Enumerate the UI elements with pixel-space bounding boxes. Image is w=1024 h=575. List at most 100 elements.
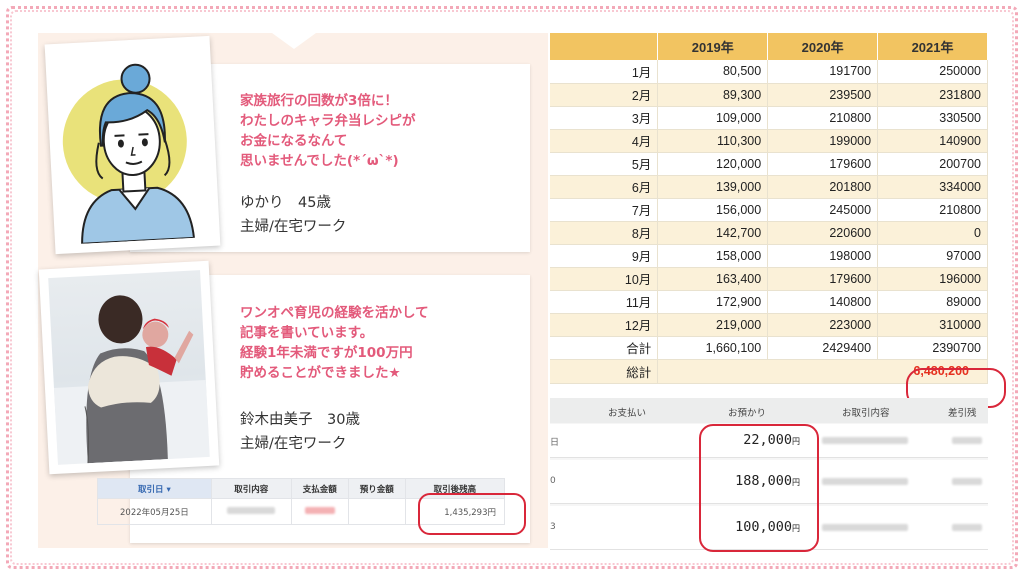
total-2021: 2390700 — [877, 336, 988, 360]
cell-2019: 109,000 — [657, 106, 769, 130]
row-date-fragment: 0 — [550, 476, 556, 486]
total-2020: 2429400 — [767, 336, 879, 360]
row-payment-blurred — [290, 498, 349, 525]
cell-2020: 220600 — [767, 221, 879, 245]
table-row: 1月 80,500 191700 250000 — [550, 60, 988, 84]
column-header-description: 取引内容 — [210, 478, 292, 499]
cell-2021: 140900 — [877, 129, 988, 153]
cell-2020: 140800 — [767, 290, 879, 314]
mother-child-photo-icon — [53, 295, 210, 465]
cell-2021: 231800 — [877, 83, 988, 107]
month-cell: 2月 — [550, 83, 659, 107]
testimonial-message-1: 家族旅行の回数が3倍に！ わたしのキャラ弁当レシピが お金になるなんて 思いませ… — [240, 93, 416, 169]
cell-2019: 172,900 — [657, 290, 769, 314]
table-row: 2月 89,300 239500 231800 — [550, 83, 988, 107]
month-cell: 7月 — [550, 198, 659, 222]
header-description: お取引内容 — [842, 408, 890, 419]
cell-2019: 89,300 — [657, 83, 769, 107]
row-date-fragment: 3 — [550, 522, 556, 532]
deposit-header: お支払い お預かり お取引内容 差引残 — [550, 398, 988, 423]
month-cell: 1月 — [550, 60, 659, 84]
table-row: 10月 163,400 179600 196000 — [550, 267, 988, 291]
table-row: 6月 139,000 201800 334000 — [550, 175, 988, 199]
table-row: 8月 142,700 220600 0 — [550, 221, 988, 245]
cell-2019: 110,300 — [657, 129, 769, 153]
header-deposit: お預かり — [728, 408, 767, 419]
cell-2021: 250000 — [877, 60, 988, 84]
month-cell: 6月 — [550, 175, 659, 199]
header-balance: 差引残 — [948, 408, 977, 419]
cell-2019: 163,400 — [657, 267, 769, 291]
cell-2021: 334000 — [877, 175, 988, 199]
table-row: 9月 158,000 198000 97000 — [550, 244, 988, 268]
cell-2021: 200700 — [877, 152, 988, 176]
cell-2020: 191700 — [767, 60, 879, 84]
income-table-container: 2019年 2020年 2021年 1月 80,500 191700 250000 2月… — [550, 33, 988, 384]
balance-highlight-circle — [418, 493, 526, 535]
header-2020: 2020年 — [767, 33, 879, 60]
income-table: 2019年 2020年 2021年 1月 80,500 191700 250000 2月… — [550, 33, 988, 384]
cell-2021: 310000 — [877, 313, 988, 337]
cell-2021: 89000 — [877, 290, 988, 314]
cell-2021: 210800 — [877, 198, 988, 222]
woman-illustration-icon — [62, 63, 196, 245]
row-date: 2022年05月25日 — [97, 498, 212, 525]
testimonial-message-2: ワンオペ育児の経験を活かして 記事を書いています。 経験1年未満ですが100万円… — [240, 305, 429, 381]
testimonial-photo-1 — [44, 35, 221, 255]
header-payment: お支払い — [608, 408, 647, 419]
grand-total-label: 総計 — [550, 359, 659, 384]
column-header-payment: 支払金額 — [290, 478, 349, 499]
cell-2021: 97000 — [877, 244, 988, 268]
row-deposit — [347, 498, 406, 525]
total-row: 合計 1,660,100 2429400 2390700 — [550, 336, 988, 360]
person-name: ゆかり 45歳 — [240, 195, 331, 211]
cell-2021: 0 — [877, 221, 988, 245]
month-cell: 5月 — [550, 152, 659, 176]
person-role: 主婦/在宅ワーク — [240, 219, 347, 235]
month-cell: 11月 — [550, 290, 659, 314]
cell-2019: 156,000 — [657, 198, 769, 222]
cell-2020: 223000 — [767, 313, 879, 337]
header-2019: 2019年 — [657, 33, 769, 60]
cell-2020: 245000 — [767, 198, 879, 222]
balance-blurred — [952, 478, 982, 485]
deposit-highlight-circle — [699, 424, 819, 552]
cell-2020: 201800 — [767, 175, 879, 199]
testimonial-person-2: 鈴木由美子 30歳 主婦/在宅ワーク — [240, 408, 360, 456]
table-row: 7月 156,000 245000 210800 — [550, 198, 988, 222]
balance-blurred — [952, 437, 982, 444]
month-cell: 3月 — [550, 106, 659, 130]
description-blurred — [822, 524, 908, 531]
column-header-date[interactable]: 取引日 ▾ — [97, 478, 212, 499]
cell-2019: 158,000 — [657, 244, 769, 268]
cell-2019: 219,000 — [657, 313, 769, 337]
cell-2020: 198000 — [767, 244, 879, 268]
column-header-deposit: 預り金額 — [347, 478, 406, 499]
cell-2021: 330500 — [877, 106, 988, 130]
balance-blurred — [952, 524, 982, 531]
cell-2020: 239500 — [767, 83, 879, 107]
person-role: 主婦/在宅ワーク — [240, 436, 347, 452]
month-cell: 12月 — [550, 313, 659, 337]
cell-2020: 179600 — [767, 152, 879, 176]
testimonial-person-1: ゆかり 45歳 主婦/在宅ワーク — [240, 191, 346, 239]
month-cell: 9月 — [550, 244, 659, 268]
total-2019: 1,660,100 — [657, 336, 769, 360]
cell-2020: 179600 — [767, 267, 879, 291]
month-cell: 8月 — [550, 221, 659, 245]
cell-2019: 139,000 — [657, 175, 769, 199]
testimonial-photo-2 — [38, 260, 220, 475]
cell-2019: 120,000 — [657, 152, 769, 176]
table-row: 12月 219,000 223000 310000 — [550, 313, 988, 337]
description-blurred — [822, 478, 908, 485]
cell-2020: 199000 — [767, 129, 879, 153]
description-blurred — [822, 437, 908, 444]
cell-2019: 142,700 — [657, 221, 769, 245]
income-header-row: 2019年 2020年 2021年 — [550, 33, 988, 60]
panel-notch — [272, 33, 316, 49]
row-date-fragment: 日 — [550, 438, 560, 448]
row-description-blurred — [210, 498, 292, 525]
table-row: 11月 172,900 140800 89000 — [550, 290, 988, 314]
person-name: 鈴木由美子 30歳 — [240, 412, 360, 428]
cell-2020: 210800 — [767, 106, 879, 130]
